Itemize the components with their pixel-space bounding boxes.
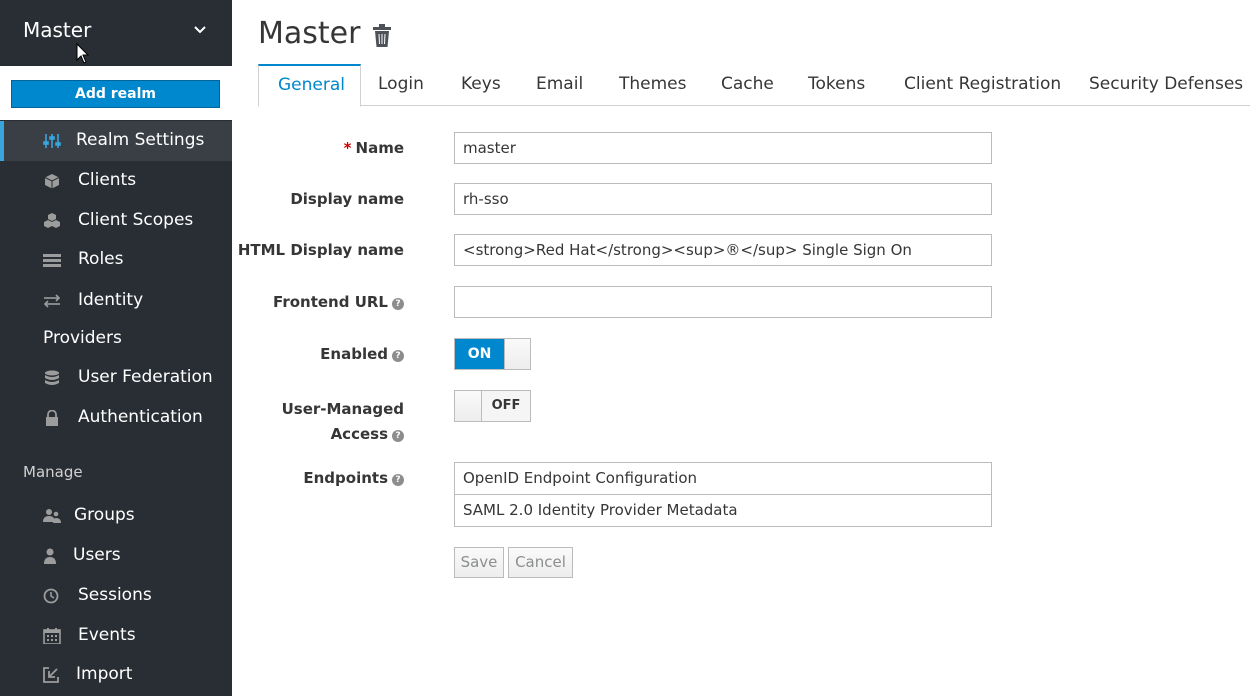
sidebar-item-events[interactable]: Events — [0, 616, 232, 656]
user-icon — [44, 548, 56, 564]
save-button[interactable]: Save — [454, 547, 504, 578]
cube-icon — [44, 174, 60, 189]
chevron-down-icon — [194, 26, 206, 34]
saml-metadata-link[interactable]: SAML 2.0 Identity Provider Metadata — [454, 494, 992, 527]
sidebar-item-label: Identity — [78, 290, 144, 310]
sidebar-item-label: Realm Settings — [76, 130, 205, 150]
endpoints-label: Endpoints? — [303, 469, 404, 487]
toggle-knob — [455, 391, 482, 421]
sidebar-item-label-wrap[interactable]: Providers — [43, 328, 122, 348]
sidebar-item-label: Groups — [74, 505, 135, 525]
sidebar-item-realm-settings[interactable]: Realm Settings — [0, 121, 232, 161]
sidebar-item-label: Authentication — [78, 407, 203, 427]
help-icon[interactable]: ? — [392, 350, 404, 362]
import-icon — [43, 667, 59, 683]
manage-section-label: Manage — [23, 463, 83, 481]
toggle-off-label: OFF — [482, 391, 530, 421]
html-display-name-label: HTML Display name — [237, 241, 404, 259]
frontend-url-label: Frontend URL? — [273, 293, 404, 311]
tab-client-registration[interactable]: Client Registration — [904, 64, 1061, 106]
tab-cache[interactable]: Cache — [721, 64, 774, 106]
user-managed-access-toggle[interactable]: OFF — [454, 390, 531, 422]
name-label: * Name — [343, 139, 404, 157]
sidebar-item-label: Events — [78, 625, 136, 645]
sidebar-item-label: User Federation — [78, 367, 213, 387]
enabled-label: Enabled? — [320, 345, 404, 363]
page-title: Master — [258, 16, 361, 51]
sidebar-item-client-scopes[interactable]: Client Scopes — [0, 201, 232, 241]
sidebar-item-import[interactable]: Import — [0, 655, 232, 695]
name-input[interactable] — [454, 132, 992, 164]
add-realm-button[interactable]: Add realm — [11, 80, 220, 108]
realm-name: Master — [23, 18, 92, 42]
exchange-icon — [43, 294, 61, 308]
sidebar-item-label: Clients — [78, 170, 137, 190]
clock-icon — [43, 588, 59, 604]
tab-general[interactable]: General — [258, 64, 361, 107]
tab-email[interactable]: Email — [536, 64, 583, 106]
sidebar-item-label: Roles — [78, 249, 124, 269]
sidebar-item-user-federation[interactable]: User Federation — [0, 358, 232, 398]
realm-selector[interactable]: Master — [0, 0, 232, 66]
add-realm-area: Add realm — [0, 66, 232, 120]
tab-tokens[interactable]: Tokens — [808, 64, 865, 106]
trash-icon[interactable] — [372, 24, 392, 48]
cubes-icon — [44, 213, 60, 228]
sidebar-item-label: Sessions — [78, 585, 152, 605]
database-icon — [45, 370, 59, 385]
list-icon — [43, 254, 61, 267]
frontend-url-input[interactable] — [454, 286, 992, 318]
toggle-knob — [504, 339, 530, 369]
calendar-icon — [43, 628, 61, 644]
user-managed-access-label: User-Managed Access? — [281, 400, 404, 443]
sidebar-item-label: Import — [76, 664, 133, 684]
mouse-cursor-icon — [76, 43, 90, 64]
html-display-name-input[interactable] — [454, 234, 992, 266]
cancel-button[interactable]: Cancel — [508, 547, 573, 578]
sidebar-item-sessions[interactable]: Sessions — [0, 576, 232, 616]
users-icon — [43, 509, 61, 523]
settings-tabs: General Login Keys Email Themes Cache To… — [258, 64, 1250, 107]
display-name-input[interactable] — [454, 183, 992, 215]
sidebar-item-groups[interactable]: Groups — [0, 496, 232, 536]
tab-security-defenses[interactable]: Security Defenses — [1089, 64, 1243, 106]
sidebar-item-roles[interactable]: Roles — [0, 240, 232, 280]
sliders-icon — [43, 134, 61, 148]
tab-keys[interactable]: Keys — [461, 64, 501, 106]
lock-icon — [46, 410, 58, 426]
tab-login[interactable]: Login — [378, 64, 424, 106]
sidebar-item-identity-providers[interactable]: Identity — [0, 281, 232, 321]
toggle-on-label: ON — [455, 339, 504, 369]
display-name-label: Display name — [290, 190, 404, 208]
tab-themes[interactable]: Themes — [619, 64, 687, 106]
sidebar-item-label: Users — [73, 545, 121, 565]
required-marker: * — [343, 139, 352, 157]
enabled-toggle[interactable]: ON — [454, 338, 531, 370]
sidebar-item-users[interactable]: Users — [0, 536, 232, 576]
help-icon[interactable]: ? — [392, 298, 404, 310]
help-icon[interactable]: ? — [392, 474, 404, 486]
sidebar-item-authentication[interactable]: Authentication — [0, 398, 232, 438]
sidebar-item-clients[interactable]: Clients — [0, 161, 232, 201]
help-icon[interactable]: ? — [392, 430, 404, 442]
sidebar-item-label: Client Scopes — [78, 210, 194, 230]
sidebar: Master Add realm Realm Settings Clients — [0, 0, 232, 696]
openid-endpoint-link[interactable]: OpenID Endpoint Configuration — [454, 462, 992, 495]
